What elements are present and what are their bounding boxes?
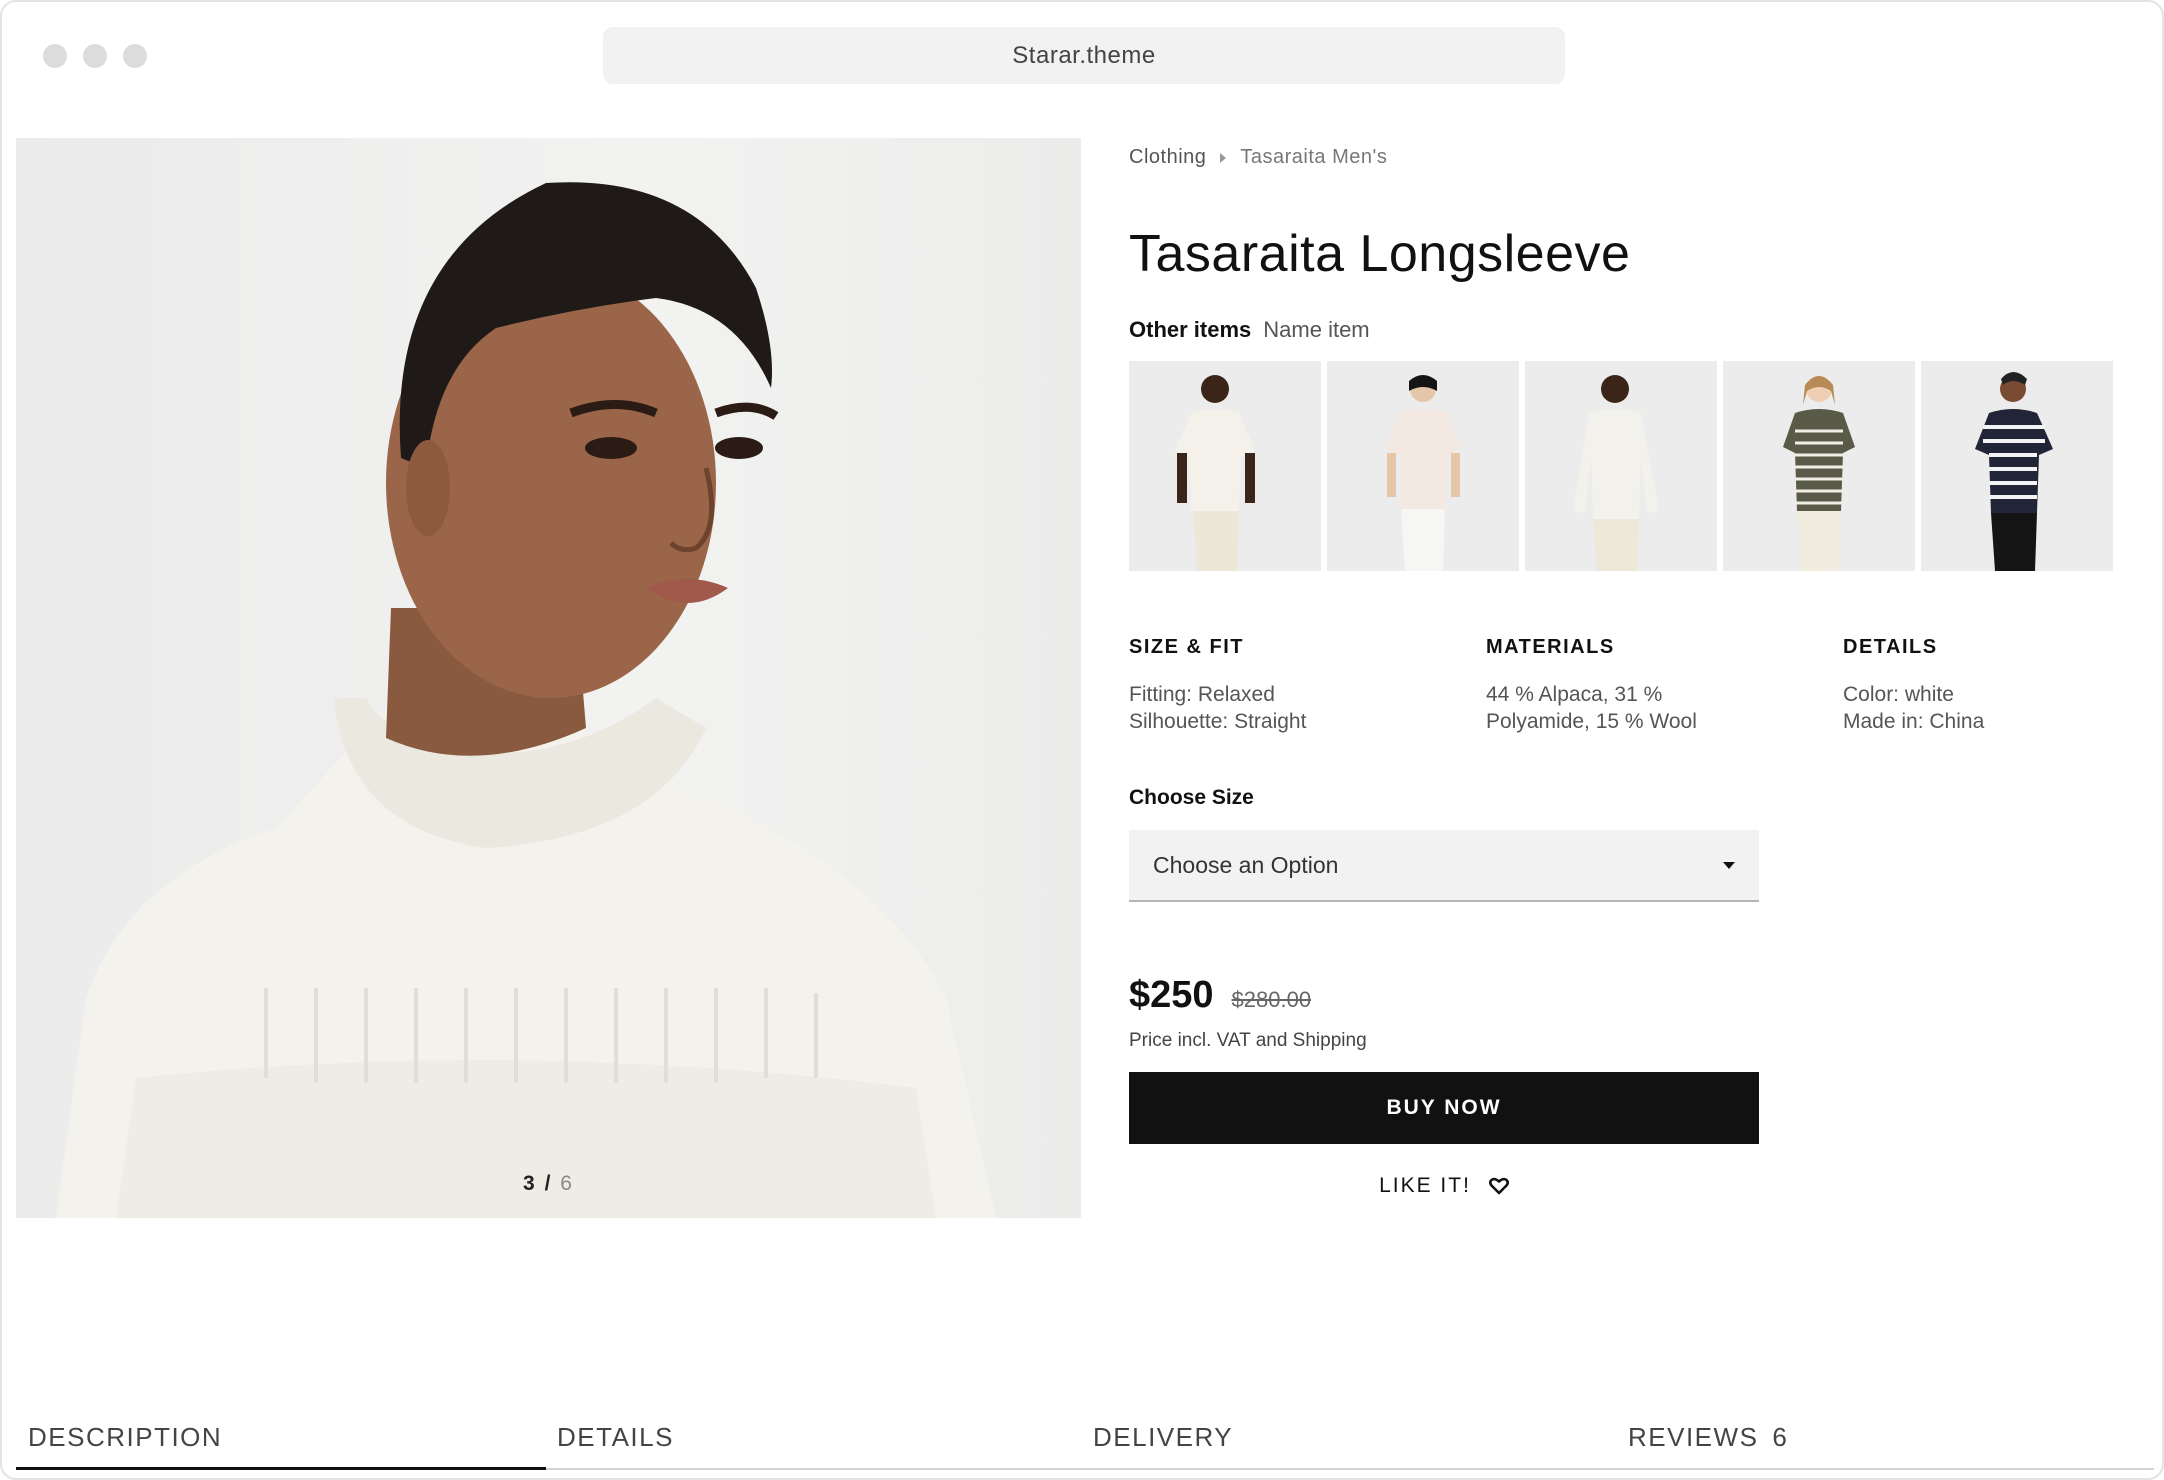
like-label: LIKE IT! bbox=[1379, 1174, 1471, 1197]
other-items: Other items Name item bbox=[1129, 317, 1370, 343]
other-items-value: Name item bbox=[1263, 317, 1370, 342]
thumbnail-2[interactable] bbox=[1327, 361, 1519, 571]
choose-size-label: Choose Size bbox=[1129, 786, 1254, 809]
tab-details[interactable]: DETAILS bbox=[557, 1422, 674, 1453]
heart-icon bbox=[1488, 1177, 1509, 1195]
address-bar-url: Starar.theme bbox=[1012, 41, 1156, 69]
model-photo bbox=[56, 182, 996, 1218]
thumbnail-5[interactable] bbox=[1921, 361, 2113, 571]
gallery-counter: 3 / 6 bbox=[16, 1172, 1081, 1196]
like-button[interactable]: LIKE IT! bbox=[1129, 1174, 1759, 1198]
old-price: $280.00 bbox=[1231, 987, 1312, 1012]
thumbnail-3[interactable] bbox=[1525, 361, 1717, 571]
buy-now-button[interactable]: BUY NOW bbox=[1129, 1072, 1759, 1144]
current-price: $250 bbox=[1129, 974, 1214, 1016]
size-select[interactable]: Choose an Option bbox=[1129, 830, 1759, 902]
window-maximize-dot[interactable] bbox=[123, 44, 147, 68]
address-bar[interactable]: Starar.theme bbox=[603, 27, 1565, 84]
spec-details-line-1: Color: white bbox=[1843, 683, 1954, 706]
price-row: $250 $280.00 bbox=[1129, 974, 1311, 1017]
product-title: Tasaraita Longsleeve bbox=[1129, 225, 1631, 283]
caret-down-icon bbox=[1723, 861, 1735, 869]
browser-window: Starar.theme 3 / 6 Clothing Tasaraita Me… bbox=[0, 0, 2164, 1480]
tab-details-label: DETAILS bbox=[557, 1422, 674, 1452]
size-select-value: Choose an Option bbox=[1153, 851, 1339, 878]
product-tabs: DESCRIPTION DETAILS DELIVERY REVIEWS 6 bbox=[16, 1412, 2154, 1470]
tab-delivery[interactable]: DELIVERY bbox=[1093, 1422, 1233, 1453]
spec-size-fit-line-2: Silhouette: Straight bbox=[1129, 710, 1307, 733]
other-items-thumbnails bbox=[1129, 361, 2113, 571]
spec-details-line-2: Made in: China bbox=[1843, 710, 1985, 733]
spec-size-fit-heading: SIZE & FIT bbox=[1129, 636, 1244, 658]
thumbnail-4[interactable] bbox=[1723, 361, 1915, 571]
price-note: Price incl. VAT and Shipping bbox=[1129, 1030, 1367, 1051]
chevron-right-icon bbox=[1220, 152, 1227, 163]
window-minimize-dot[interactable] bbox=[83, 44, 107, 68]
tab-description-label: DESCRIPTION bbox=[28, 1422, 223, 1452]
active-tab-indicator bbox=[16, 1467, 546, 1470]
spec-size-fit-line-1: Fitting: Relaxed bbox=[1129, 683, 1275, 706]
breadcrumb: Clothing Tasaraita Men's bbox=[1129, 146, 1387, 169]
tab-reviews[interactable]: REVIEWS 6 bbox=[1628, 1422, 1788, 1453]
window-close-dot[interactable] bbox=[43, 44, 67, 68]
breadcrumb-tasaraita-mens[interactable]: Tasaraita Men's bbox=[1240, 146, 1387, 169]
other-items-label: Other items bbox=[1129, 317, 1252, 342]
spec-details-heading: DETAILS bbox=[1843, 636, 1938, 658]
product-hero-image[interactable]: 3 / 6 bbox=[16, 138, 1081, 1218]
tab-delivery-label: DELIVERY bbox=[1093, 1422, 1234, 1452]
breadcrumb-clothing[interactable]: Clothing bbox=[1129, 146, 1206, 169]
gallery-current: 3 bbox=[523, 1172, 537, 1195]
spec-materials-line-2: Polyamide, 15 % Wool bbox=[1486, 710, 1697, 733]
tab-description[interactable]: DESCRIPTION bbox=[28, 1422, 222, 1453]
tab-reviews-label: REVIEWS bbox=[1628, 1422, 1759, 1452]
spec-details: DETAILS Color: white Made in: China bbox=[1843, 636, 2143, 735]
spec-materials-heading: MATERIALS bbox=[1486, 636, 1615, 658]
thumbnail-1[interactable] bbox=[1129, 361, 1321, 571]
gallery-separator: / bbox=[544, 1172, 553, 1195]
spec-materials-line-1: 44 % Alpaca, 31 % bbox=[1486, 683, 1663, 706]
spec-size-fit: SIZE & FIT Fitting: Relaxed Silhouette: … bbox=[1129, 636, 1429, 735]
reviews-count: 6 bbox=[1772, 1422, 1789, 1452]
spec-materials: MATERIALS 44 % Alpaca, 31 % Polyamide, 1… bbox=[1486, 636, 1786, 735]
gallery-total: 6 bbox=[560, 1172, 574, 1195]
